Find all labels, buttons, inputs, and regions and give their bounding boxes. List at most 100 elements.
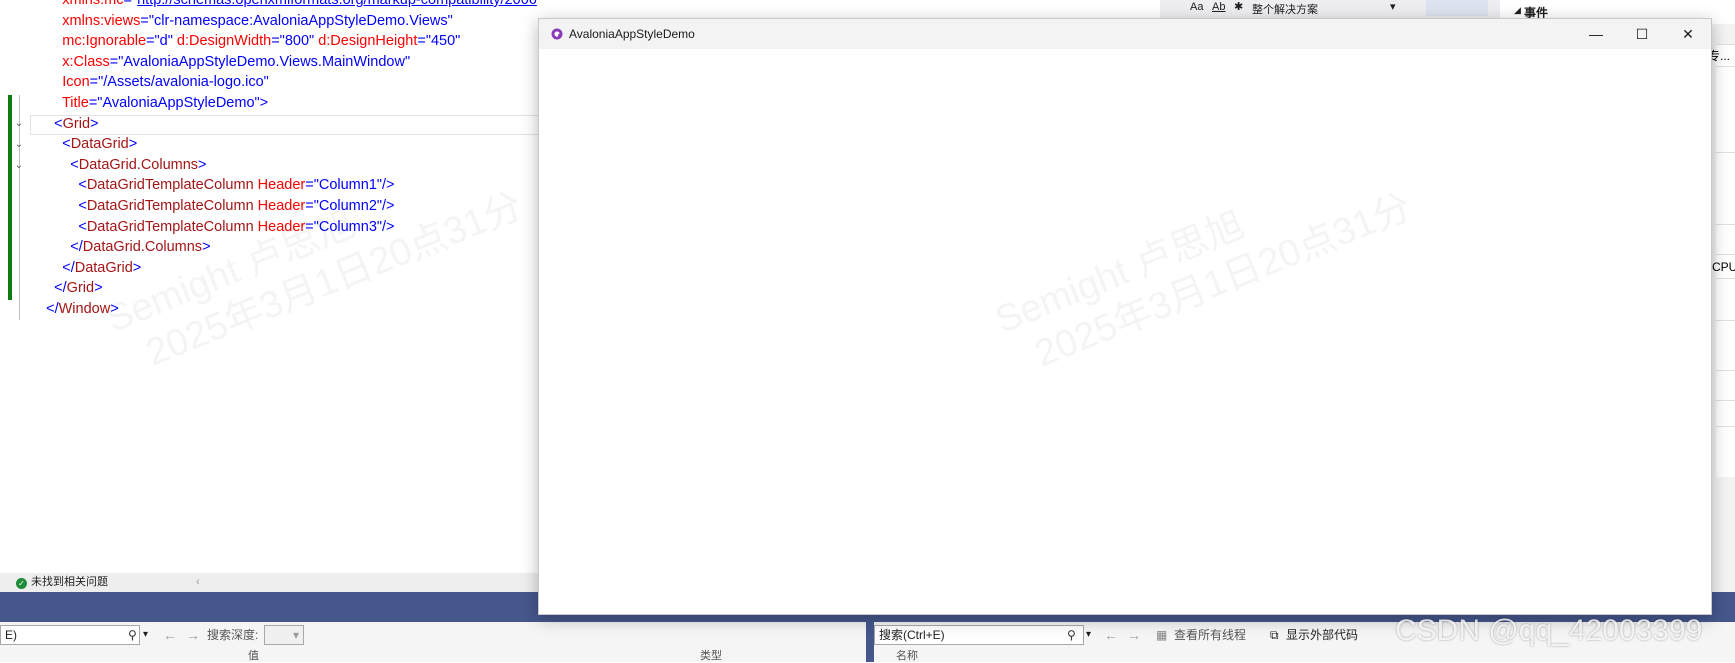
code-token: " [537,0,540,8]
edge-panel-item[interactable] [1716,66,1735,153]
code-token: DataGrid.Columns [78,156,199,173]
code-line: </DataGrid.Columns> [30,237,211,258]
edge-panel-item[interactable] [1716,370,1735,401]
edge-panel-item[interactable] [1716,400,1735,427]
edge-panel-item[interactable] [1716,278,1735,321]
window-content-area[interactable] [539,49,1711,614]
code-line: xmlns:views="clr-namespace:AvaloniaAppSt… [30,11,453,32]
code-token: ="Column2"/> [305,198,395,214]
locals-search-input[interactable]: E) ⚲ [0,625,140,645]
code-token: x:Class [62,53,110,70]
fold-chevron-icon[interactable]: ⌄ [14,140,24,150]
check-circle-icon: ✓ [16,578,27,589]
chevron-down-icon[interactable]: ▾ [1390,0,1396,13]
avalonia-app-window[interactable]: AvaloniaAppStyleDemo — ☐ ✕ Semight 卢思旭 2… [538,18,1712,615]
code-token[interactable]: http://schemas.openxmlformats.org/markup… [137,0,537,8]
scroll-left-arrow-icon[interactable]: ‹ [196,573,200,592]
code-line: <DataGrid> [30,134,137,155]
code-token: Title [61,95,89,111]
match-word-icon[interactable]: Ab [1212,1,1225,13]
edge-panel-item[interactable]: 专... [1708,44,1735,67]
code-line: <DataGridTemplateColumn Header="Column3"… [30,217,395,238]
code-token: < [78,198,87,214]
code-line: xmlns:mc="http://schemas.openxmlformats.… [30,0,540,11]
search-icon[interactable]: ⚲ [1067,629,1079,641]
edge-panel-item[interactable] [1716,152,1735,225]
code-line: x:Class="AvaloniaAppStyleDemo.Views.Main… [30,52,410,73]
type-column-header[interactable]: 类型 [700,649,722,663]
code-token: ="d" [146,33,177,50]
code-line: mc:Ignorable="d" d:DesignWidth="800" d:D… [30,31,460,52]
code-line: </DataGrid> [30,258,141,279]
code-line: <DataGridTemplateColumn Header="Column1"… [30,175,394,196]
value-column-header[interactable]: 值 [248,649,259,663]
window-titlebar[interactable]: AvaloniaAppStyleDemo — ☐ ✕ [539,19,1711,49]
code-token: > [198,156,207,173]
window-title: AvaloniaAppStyleDemo [569,27,695,41]
match-case-icon[interactable]: Aa [1190,1,1203,13]
code-token: DataGrid [74,259,133,276]
current-line-highlight [30,115,540,135]
code-token: Grid [66,280,95,297]
code-token: < [70,156,79,173]
regex-icon[interactable]: ✱ [1234,0,1243,13]
view-all-threads-button[interactable]: 查看所有线程 [1174,627,1246,643]
code-line: <DataGrid.Columns> [30,155,207,176]
code-token: > [202,239,211,256]
back-arrow-icon[interactable]: ← [1104,627,1118,643]
code-line: </Grid> [30,278,102,299]
edge-panel-item[interactable]: CPU [1712,254,1735,279]
code-token: </ [54,280,67,297]
csdn-watermark: CSDN @qq_42003399 [1395,614,1703,647]
code-token: Header [257,198,306,214]
chevron-down-icon[interactable]: ▾ [143,627,148,643]
xaml-code-editor[interactable]: ⌄ ⌄ ⌄ xmlns:mc="http://schemas.openxmlfo… [0,0,540,575]
code-token: > [128,136,138,153]
code-token: ="Column3"/> [305,218,395,235]
fold-chevron-icon[interactable]: ⌄ [14,161,24,171]
search-scope-select[interactable]: 整个解决方案 [1252,1,1318,17]
edge-panel-item[interactable] [1716,320,1735,371]
chevron-down-icon[interactable]: ▾ [1086,627,1091,643]
cpu-label: CPU [1712,260,1735,274]
maximize-button[interactable]: ☐ [1619,19,1665,49]
show-external-code-button[interactable]: 显示外部代码 [1286,627,1358,643]
code-token: ="clr-namespace:AvaloniaAppStyleDemo.Vie… [140,12,453,29]
edge-panel-item[interactable] [1716,426,1735,477]
call-stack-search-input[interactable]: 搜索(Ctrl+E) ⚲ [874,625,1084,645]
code-token: Icon [62,74,90,91]
code-token: Header [257,218,306,235]
forward-arrow-icon[interactable]: → [186,627,200,643]
code-token: </ [70,239,83,256]
code-line: Icon="/Assets/avalonia-logo.ico" [30,72,269,93]
code-line: </Window> [30,299,119,320]
back-arrow-icon[interactable]: ← [163,627,177,643]
forward-arrow-icon[interactable]: → [1127,627,1141,643]
edge-panel-item[interactable] [1716,224,1735,255]
fold-chevron-icon[interactable]: ⌄ [14,119,24,129]
name-column-header[interactable]: 名称 [896,649,918,663]
code-token: DataGrid [70,136,129,153]
search-icon[interactable]: ⚲ [128,629,140,641]
search-depth-select[interactable]: ▾ [264,625,304,645]
code-token: < [62,136,71,153]
minimize-button[interactable]: — [1573,19,1619,49]
close-button[interactable]: ✕ [1665,19,1711,49]
collapse-triangle-icon[interactable]: ◢ [1514,5,1521,16]
code-token: ="800" [271,33,319,50]
code-token: ="AvaloniaAppStyleDemo"> [88,95,269,111]
code-token: </ [62,259,75,276]
